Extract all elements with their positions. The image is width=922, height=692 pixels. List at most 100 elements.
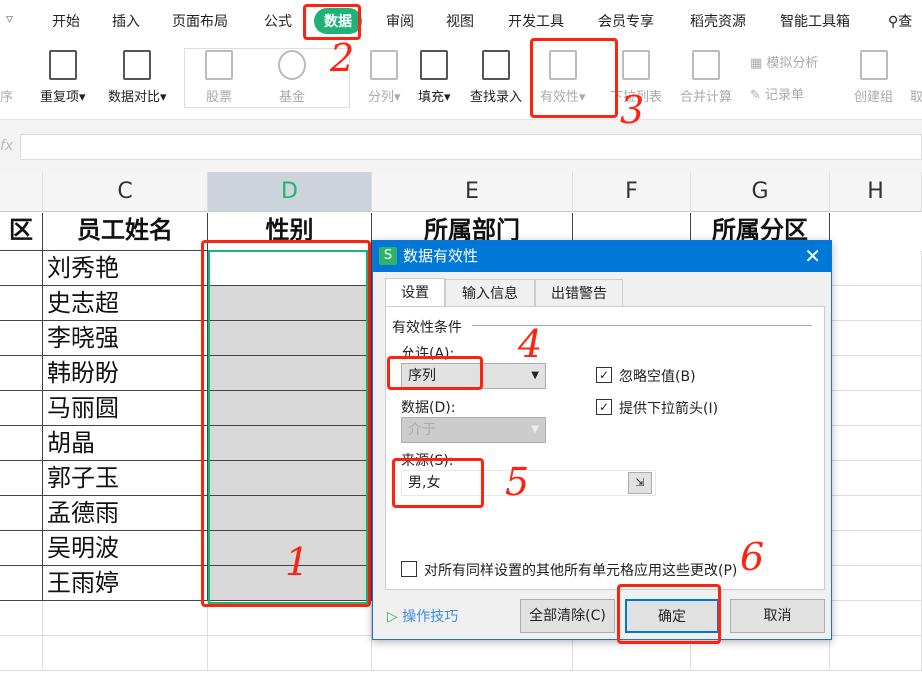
column-header-c[interactable]: C [43, 172, 208, 212]
cell[interactable] [0, 286, 43, 321]
tab-formula[interactable]: 公式 [264, 11, 292, 31]
cell[interactable] [830, 531, 922, 566]
simulate-button[interactable]: ▦ 模拟分析 [750, 52, 818, 71]
record-button[interactable]: ✎ 记录单 [750, 84, 804, 103]
name-cell[interactable]: 马丽圆 [43, 391, 208, 426]
annotation-number-5: 5 [505, 460, 530, 504]
cell[interactable] [830, 356, 922, 391]
cancel-button[interactable]: 取消 [730, 599, 825, 633]
cell[interactable] [830, 391, 922, 426]
cell[interactable] [830, 566, 922, 601]
fill-icon [420, 50, 449, 80]
sort-button[interactable]: 序 [0, 86, 13, 105]
search-icon: ⚲ [888, 14, 899, 30]
tab-error-alert[interactable]: 出错警告 [535, 279, 623, 307]
name-cell[interactable]: 胡晶 [43, 426, 208, 461]
cell[interactable] [0, 601, 43, 636]
column-header-e[interactable]: E [372, 172, 573, 212]
cell[interactable] [0, 636, 43, 671]
annotation-number-3: 3 [620, 88, 645, 132]
ignore-blank-checkbox[interactable]: ✓ [596, 367, 612, 383]
tab-developer[interactable]: 开发工具 [508, 11, 564, 31]
ungroup-button[interactable]: 取 [910, 86, 922, 105]
ribbon: 序 重复项▾ 数据对比▾ 股票 基金 分列▾ 填充▾ 查找录入 有效性▾ 下拉列… [0, 42, 922, 120]
lookup-button[interactable]: 查找录入 [470, 50, 522, 105]
repeat-button[interactable]: 重复项▾ [40, 50, 86, 105]
group-icon [859, 50, 888, 80]
name-cell[interactable]: 吴明波 [43, 531, 208, 566]
cell[interactable] [0, 356, 43, 391]
tab-settings[interactable]: 设置 [385, 278, 445, 308]
close-icon[interactable]: ✕ [804, 241, 821, 272]
split-button[interactable]: 分列▾ [368, 50, 401, 105]
column-header-b[interactable] [0, 172, 43, 212]
cell[interactable] [830, 426, 922, 461]
stock-button[interactable]: 股票 [205, 50, 233, 105]
compare-icon [123, 50, 152, 80]
cell[interactable] [43, 636, 208, 671]
create-group-button[interactable]: 创建组 [854, 50, 893, 105]
name-cell[interactable]: 王雨婷 [43, 566, 208, 601]
annotation-box-allow [387, 356, 483, 390]
repeat-icon [48, 50, 77, 80]
consolidate-button[interactable]: 合并计算 [680, 50, 732, 105]
fund-button[interactable]: 基金 [278, 50, 306, 105]
cell[interactable] [0, 461, 43, 496]
tab-smart-tools[interactable]: 智能工具箱 [780, 11, 850, 31]
cell[interactable] [0, 566, 43, 601]
tab-member[interactable]: 会员专享 [598, 11, 654, 31]
cell[interactable] [372, 636, 573, 671]
fill-button[interactable]: 填充▾ [418, 50, 451, 105]
cell[interactable] [0, 391, 43, 426]
tab-view[interactable]: 视图 [446, 11, 474, 31]
column-header-g[interactable]: G [691, 172, 830, 212]
column-header-d[interactable]: D [208, 172, 372, 212]
column-header-f[interactable]: F [573, 172, 691, 212]
cell[interactable] [830, 286, 922, 321]
formula-bar: fx [0, 120, 922, 172]
cell[interactable] [830, 636, 922, 671]
cell[interactable] [0, 321, 43, 356]
name-cell[interactable]: 刘秀艳 [43, 251, 208, 286]
formula-input[interactable] [20, 134, 922, 160]
tab-home[interactable]: 开始 [52, 11, 80, 31]
cell[interactable] [0, 426, 43, 461]
compare-button[interactable]: 数据对比▾ [108, 50, 167, 105]
cell[interactable] [830, 461, 922, 496]
name-cell[interactable]: 郭子玉 [43, 461, 208, 496]
tab-page-layout[interactable]: 页面布局 [172, 11, 228, 31]
dropdown-arrow-checkbox[interactable]: ✓ [596, 399, 612, 415]
clear-all-button[interactable]: 全部清除(C) [520, 599, 615, 633]
chart-icon [205, 50, 233, 80]
tab-review[interactable]: 审阅 [386, 11, 414, 31]
name-cell[interactable]: 史志超 [43, 286, 208, 321]
name-cell[interactable]: 韩盼盼 [43, 356, 208, 391]
cell[interactable] [830, 601, 922, 636]
cell[interactable] [0, 251, 43, 286]
annotation-number-4: 4 [518, 322, 543, 366]
cell[interactable] [830, 321, 922, 356]
column-header-h[interactable]: H [830, 172, 922, 212]
name-cell[interactable]: 孟德雨 [43, 496, 208, 531]
search-button[interactable]: ⚲查 [888, 11, 912, 31]
header-cell-name[interactable]: 员工姓名 [43, 213, 208, 251]
name-cell[interactable]: 李晓强 [43, 321, 208, 356]
data-select[interactable]: 介于 ▼ [401, 417, 546, 443]
tab-insert[interactable]: 插入 [112, 11, 140, 31]
cell[interactable] [830, 496, 922, 531]
header-cell-region[interactable]: 区 [0, 213, 43, 251]
cell[interactable] [43, 601, 208, 636]
tips-link[interactable]: ▷ 操作技巧 [387, 606, 458, 626]
quick-access-dropdown-icon[interactable]: ▿ [6, 11, 13, 27]
range-picker-icon[interactable]: ⇲ [628, 472, 652, 494]
apply-all-label: 对所有同样设置的其他所有单元格应用这些更改(P) [424, 563, 738, 579]
annotation-number-2: 2 [330, 36, 355, 80]
tab-docer[interactable]: 稻壳资源 [690, 11, 746, 31]
apply-all-checkbox[interactable] [401, 561, 417, 577]
cell[interactable] [830, 251, 922, 286]
tab-input-message[interactable]: 输入信息 [445, 279, 535, 307]
cell[interactable] [0, 531, 43, 566]
wps-sheet-logo-icon: S [379, 247, 397, 265]
cell[interactable] [0, 496, 43, 531]
cell[interactable] [208, 636, 372, 671]
